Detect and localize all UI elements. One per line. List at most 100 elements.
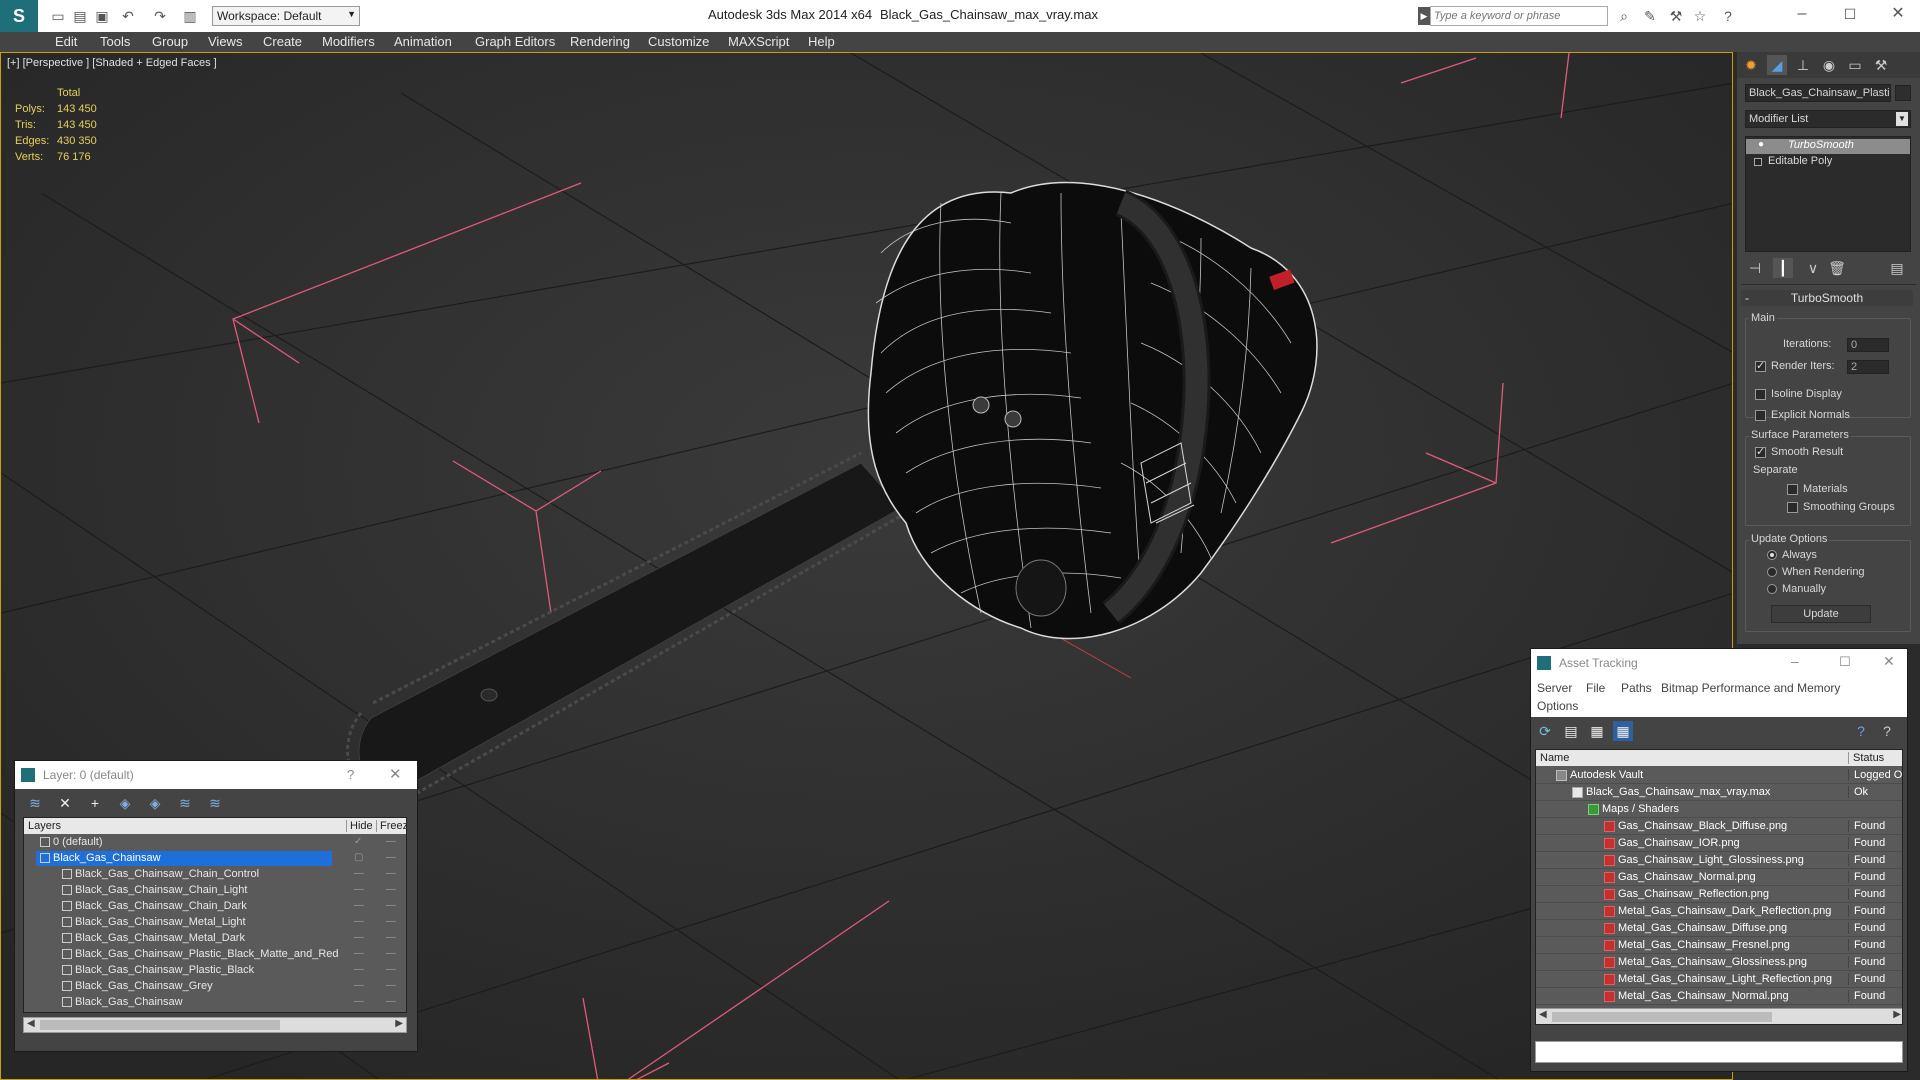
- undo-icon[interactable]: ↶: [118, 6, 138, 26]
- close-icon[interactable]: ✕: [1888, 4, 1908, 24]
- layer-row[interactable]: 0 (default) ✓ —: [24, 835, 406, 851]
- scroll-left-icon[interactable]: ◀: [27, 1018, 35, 1029]
- col-name[interactable]: Name: [1540, 752, 1569, 764]
- layer-name[interactable]: Black_Gas_Chainsaw_Metal_Dark: [58, 931, 249, 946]
- layer-name[interactable]: Black_Gas_Chainsaw_Chain_Dark: [58, 899, 251, 914]
- layer-dialog-titlebar[interactable]: Layer: 0 (default) ? ✕: [15, 761, 417, 789]
- object-color-swatch[interactable]: [1895, 85, 1911, 101]
- pin-stack-icon[interactable]: ⊣: [1745, 258, 1765, 278]
- manually-row[interactable]: Manually: [1767, 583, 1826, 595]
- col-freeze[interactable]: Freez: [376, 820, 406, 832]
- help-icon[interactable]: ?: [1718, 6, 1738, 26]
- minimize-icon[interactable]: –: [1792, 4, 1812, 24]
- scroll-thumb[interactable]: [40, 1020, 280, 1030]
- hide-toggle[interactable]: —: [354, 964, 364, 975]
- create-layer-icon[interactable]: ≋: [25, 793, 45, 813]
- hierarchy-tab-icon[interactable]: ⊥: [1793, 55, 1813, 75]
- help-context-icon[interactable]: ?: [1877, 721, 1897, 741]
- menu-graph-editors[interactable]: Graph Editors: [475, 34, 555, 49]
- freeze-toggle[interactable]: —: [386, 916, 396, 927]
- show-end-result-icon[interactable]: ┃: [1773, 258, 1793, 278]
- hide-toggle[interactable]: —: [354, 932, 364, 943]
- hide-toggle[interactable]: —: [354, 916, 364, 927]
- highlight-layer-icon[interactable]: ◈: [145, 793, 165, 813]
- minimize-icon[interactable]: –: [1791, 653, 1799, 669]
- asset-hscrollbar[interactable]: ◀ ▶: [1536, 1008, 1902, 1024]
- lightbulb-icon[interactable]: ●: [1758, 139, 1764, 150]
- isoline-display-row[interactable]: Isoline Display: [1755, 388, 1842, 400]
- freeze-toggle[interactable]: —: [386, 900, 396, 911]
- layer-row[interactable]: Black_Gas_Chainsaw_Plastic_Black — —: [24, 963, 406, 979]
- asset-path-field[interactable]: [1535, 1041, 1903, 1063]
- asset-row[interactable]: Metal_Gas_Chainsaw_Normal.png Found: [1536, 988, 1902, 1005]
- menu-maxscript[interactable]: MAXScript: [728, 34, 789, 49]
- turbosmooth-rollout-header[interactable]: - TurboSmooth: [1741, 290, 1913, 306]
- update-button[interactable]: Update: [1771, 605, 1871, 623]
- binoculars-icon[interactable]: ⌕: [1614, 6, 1634, 26]
- favorites-star-icon[interactable]: ☆: [1690, 6, 1710, 26]
- freeze-toggle[interactable]: —: [386, 980, 396, 991]
- layer-name[interactable]: Black_Gas_Chainsaw_Plastic_Black: [58, 963, 258, 978]
- asset-row[interactable]: Metal_Gas_Chainsaw_Diffuse.png Found: [1536, 920, 1902, 937]
- scroll-left-icon[interactable]: ◀: [1539, 1009, 1547, 1020]
- motion-tab-icon[interactable]: ◉: [1819, 55, 1839, 75]
- menu-animation[interactable]: Animation: [394, 34, 452, 49]
- asset-row[interactable]: Metal_Gas_Chainsaw_Glossiness.png Found: [1536, 954, 1902, 971]
- layer-row[interactable]: Black_Gas_Chainsaw_Metal_Light — —: [24, 915, 406, 931]
- menu-tools[interactable]: Tools: [100, 34, 130, 49]
- list-view-icon[interactable]: ▤: [1561, 721, 1581, 741]
- layer-row[interactable]: Black_Gas_Chainsaw_Metal_Dark — —: [24, 931, 406, 947]
- subscription-icon[interactable]: ⚒: [1666, 6, 1686, 26]
- asset-row[interactable]: Gas_Chainsaw_Black_Diffuse.png Found: [1536, 818, 1902, 835]
- close-icon[interactable]: ✕: [1883, 653, 1895, 670]
- render-iters-checkbox[interactable]: [1755, 359, 1766, 372]
- menu-create[interactable]: Create: [263, 34, 302, 49]
- col-layers[interactable]: Layers: [28, 820, 61, 832]
- maximize-icon[interactable]: ☐: [1839, 654, 1851, 670]
- viewport-label[interactable]: [+] [Perspective ] [Shaded + Edged Faces…: [7, 57, 217, 69]
- help-icon[interactable]: ?: [347, 767, 354, 782]
- hide-toggle[interactable]: —: [354, 948, 364, 959]
- layer-name[interactable]: 0 (default): [36, 835, 107, 850]
- always-row[interactable]: Always: [1767, 549, 1817, 561]
- new-file-icon[interactable]: ▭: [48, 6, 68, 26]
- layer-row[interactable]: Black_Gas_Chainsaw_Grey — —: [24, 979, 406, 995]
- menu-views[interactable]: Views: [208, 34, 242, 49]
- maximize-icon[interactable]: ☐: [1840, 4, 1860, 24]
- layer-row[interactable]: Black_Gas_Chainsaw — —: [24, 995, 406, 1011]
- close-icon[interactable]: ✕: [389, 765, 402, 783]
- delete-layer-icon[interactable]: ✕: [55, 793, 75, 813]
- help-icon[interactable]: ?: [1851, 721, 1871, 741]
- layer-row[interactable]: Black_Gas_Chainsaw_Plastic_Black_Matte_a…: [24, 947, 406, 963]
- object-name-field[interactable]: Black_Gas_Chainsaw_Plastic_: [1745, 84, 1891, 102]
- always-radio[interactable]: [1767, 550, 1777, 561]
- layer-hscrollbar[interactable]: ◀ ▶: [23, 1017, 407, 1033]
- stack-item-editable-poly[interactable]: Editable Poly: [1746, 155, 1910, 170]
- explicit-normals-checkbox[interactable]: [1755, 409, 1766, 421]
- utilities-tab-icon[interactable]: ⚒: [1871, 55, 1891, 75]
- make-unique-icon[interactable]: ∨: [1803, 258, 1823, 278]
- asset-row[interactable]: Black_Gas_Chainsaw_max_vray.max Ok: [1536, 784, 1902, 801]
- materials-row[interactable]: Materials: [1787, 483, 1848, 495]
- smoothing-groups-checkbox[interactable]: [1787, 501, 1798, 513]
- search-input[interactable]: [1430, 6, 1608, 26]
- asset-row[interactable]: Gas_Chainsaw_IOR.png Found: [1536, 835, 1902, 852]
- save-file-icon[interactable]: ▣: [92, 6, 112, 26]
- freeze-all-icon[interactable]: ≋: [205, 793, 225, 813]
- layer-name[interactable]: Black_Gas_Chainsaw_Chain_Control: [58, 867, 263, 882]
- asset-dialog-titlebar[interactable]: Asset Tracking – ☐ ✕: [1531, 649, 1907, 677]
- create-tab-icon[interactable]: ✹: [1741, 55, 1761, 75]
- manually-radio[interactable]: [1767, 584, 1777, 595]
- configure-modifier-sets-icon[interactable]: ▤: [1887, 258, 1907, 278]
- asset-row[interactable]: Gas_Chainsaw_Light_Glossiness.png Found: [1536, 852, 1902, 869]
- layer-name[interactable]: Black_Gas_Chainsaw: [58, 995, 187, 1010]
- asset-menu-server[interactable]: Server: [1537, 681, 1572, 695]
- expand-box-icon[interactable]: [1754, 158, 1762, 166]
- remove-modifier-icon[interactable]: 🗑: [1827, 258, 1847, 278]
- stack-item-turbosmooth[interactable]: ● TurboSmooth: [1746, 139, 1910, 154]
- freeze-toggle[interactable]: —: [386, 964, 396, 975]
- workspace-dropdown[interactable]: Workspace: Default ▼: [212, 6, 360, 26]
- asset-menu-paths[interactable]: Paths: [1621, 681, 1652, 695]
- scroll-right-icon[interactable]: ▶: [395, 1018, 403, 1029]
- hide-toggle[interactable]: —: [354, 996, 364, 1007]
